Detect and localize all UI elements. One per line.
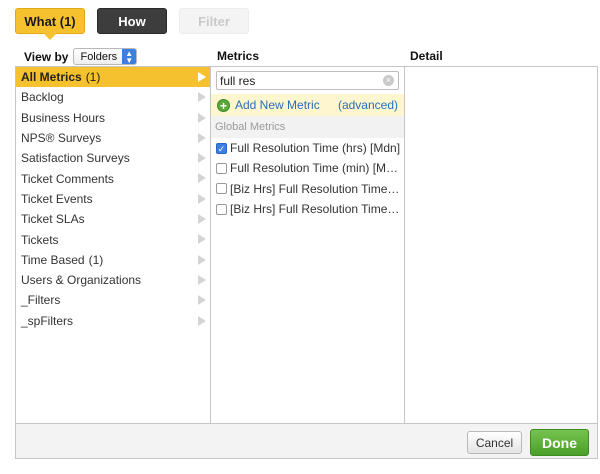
metric-checkbox[interactable] xyxy=(216,203,227,215)
category-count: (1) xyxy=(85,70,101,85)
metric-checkbox[interactable] xyxy=(216,183,227,195)
category-item-time-based[interactable]: Time Based (1) xyxy=(16,250,210,270)
category-item-all-metrics[interactable]: All Metrics (1) xyxy=(16,67,210,88)
category-item-satisfaction-surveys[interactable]: Satisfaction Surveys xyxy=(16,148,210,168)
metric-item[interactable]: [Biz Hrs] Full Resolution Time (... xyxy=(211,199,404,219)
category-label: NPS® Surveys xyxy=(21,131,102,146)
metric-checkbox[interactable] xyxy=(216,162,227,174)
chevron-right-icon xyxy=(198,173,206,184)
category-item-nps-surveys[interactable]: NPS® Surveys xyxy=(16,128,210,148)
metric-search-input[interactable] xyxy=(217,72,377,89)
category-item-backlog[interactable]: Backlog xyxy=(16,87,210,107)
category-item-ticket-events[interactable]: Ticket Events xyxy=(16,189,210,209)
metric-label: [Biz Hrs] Full Resolution Time (... xyxy=(230,202,402,217)
category-label: All Metrics xyxy=(21,70,82,85)
category-label: _spFilters xyxy=(21,313,74,328)
chevron-right-icon xyxy=(198,315,206,326)
detail-column-title: Detail xyxy=(410,49,443,63)
view-by-value: Folders xyxy=(80,50,118,63)
metrics-column-title: Metrics xyxy=(217,49,260,63)
done-button[interactable]: Done xyxy=(530,429,589,456)
category-count: (1) xyxy=(88,252,104,267)
category-item-filters[interactable]: _Filters xyxy=(16,290,210,310)
dialog-footer: Cancel Done xyxy=(16,423,597,458)
category-item-business-hours[interactable]: Business Hours xyxy=(16,108,210,128)
metric-item[interactable]: Full Resolution Time (min) [Mdn] xyxy=(211,158,404,178)
category-list: All Metrics (1) Backlog Business Hours N… xyxy=(16,67,211,423)
metric-label: Full Resolution Time (hrs) [Mdn] xyxy=(230,141,401,156)
category-item-ticket-comments[interactable]: Ticket Comments xyxy=(16,168,210,188)
clear-search-icon[interactable]: × xyxy=(383,75,394,86)
chevron-right-icon xyxy=(198,132,206,143)
tab-what[interactable]: What (1) xyxy=(15,8,85,40)
chevron-right-icon xyxy=(198,92,206,103)
metric-checkbox[interactable]: ✓ xyxy=(216,142,227,154)
category-item-tickets[interactable]: Tickets xyxy=(16,229,210,249)
add-new-metric-link[interactable]: Add New Metric xyxy=(235,98,320,112)
category-label: Satisfaction Surveys xyxy=(21,151,130,166)
category-item-ticket-slas[interactable]: Ticket SLAs xyxy=(16,209,210,229)
view-by-select[interactable]: Folders ▲ ▼ xyxy=(73,48,138,65)
metric-search: × xyxy=(211,67,404,94)
add-plus-icon[interactable]: + xyxy=(217,98,230,112)
metric-label: [Biz Hrs] Full Resolution Time (... xyxy=(230,181,402,196)
metrics-list: × + Add New Metric (advanced) Global Met… xyxy=(211,67,405,423)
select-arrows-icon: ▲ ▼ xyxy=(122,49,137,64)
add-metric-row: + Add New Metric (advanced) xyxy=(211,94,404,116)
metric-label: Full Resolution Time (min) [Mdn] xyxy=(230,161,402,176)
step-tabs: What (1) How Filter xyxy=(15,8,249,40)
detail-pane xyxy=(405,67,597,423)
metric-search-box: × xyxy=(216,71,399,90)
chevron-right-icon xyxy=(198,274,206,285)
metric-picker-panel: All Metrics (1) Backlog Business Hours N… xyxy=(15,66,598,459)
category-label: Tickets xyxy=(21,232,59,247)
category-label: Business Hours xyxy=(21,110,106,125)
category-label: Backlog xyxy=(21,90,64,105)
view-by-control: View by Folders ▲ ▼ xyxy=(24,48,138,65)
category-item-spfilters[interactable]: _spFilters xyxy=(16,311,210,331)
chevron-right-icon xyxy=(198,214,206,225)
global-metrics-heading: Global Metrics xyxy=(211,116,404,138)
advanced-link[interactable]: (advanced) xyxy=(338,98,398,112)
category-label: Time Based xyxy=(21,252,85,267)
category-label: Ticket Events xyxy=(21,191,93,206)
cancel-button[interactable]: Cancel xyxy=(467,431,522,454)
column-headers: View by Folders ▲ ▼ Metrics Detail xyxy=(0,45,600,67)
category-label: Users & Organizations xyxy=(21,273,142,288)
chevron-right-icon xyxy=(198,193,206,204)
category-item-users-organizations[interactable]: Users & Organizations xyxy=(16,270,210,290)
tab-filter: Filter xyxy=(179,8,249,34)
chevron-right-icon xyxy=(198,112,206,123)
chevron-right-icon xyxy=(198,254,206,265)
metric-item[interactable]: [Biz Hrs] Full Resolution Time (... xyxy=(211,179,404,199)
view-by-label: View by xyxy=(24,49,69,64)
chevron-right-icon xyxy=(198,295,206,306)
metric-item[interactable]: ✓ Full Resolution Time (hrs) [Mdn] xyxy=(211,138,404,158)
tab-how[interactable]: How xyxy=(97,8,167,34)
category-label: Ticket Comments xyxy=(21,171,114,186)
chevron-right-icon xyxy=(198,153,206,164)
category-label: Ticket SLAs xyxy=(21,212,85,227)
chevron-right-icon xyxy=(198,72,206,82)
category-label: _Filters xyxy=(21,293,61,308)
chevron-right-icon xyxy=(198,234,206,245)
